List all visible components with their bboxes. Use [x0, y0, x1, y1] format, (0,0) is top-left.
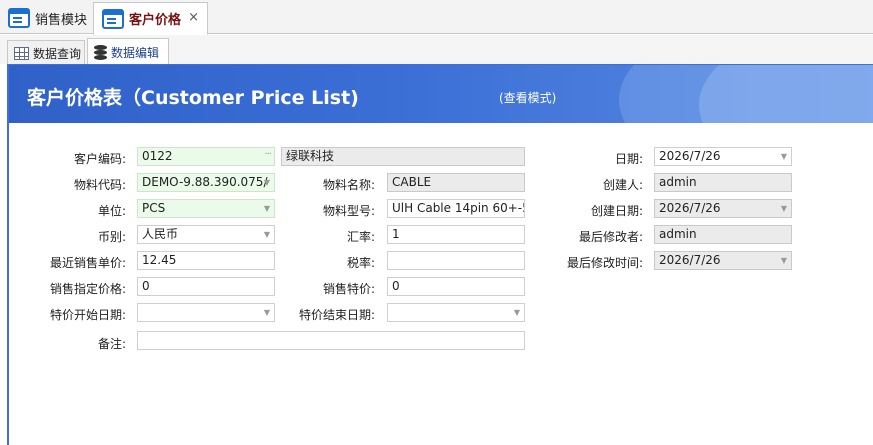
creator-field: admin [654, 173, 792, 192]
tab-label: 数据编辑 [111, 45, 160, 60]
create-date-label: 创建日期: [590, 204, 643, 218]
tab-label: 销售模块 [35, 12, 88, 28]
tab-label: 数据查询 [33, 46, 82, 61]
modifier-label: 最后修改者: [578, 230, 643, 244]
tab-data-query[interactable]: 数据查询 [7, 40, 85, 65]
special-end-label: 特价结束日期: [298, 308, 375, 322]
grid-icon [14, 46, 29, 60]
title-banner: 客户价格表（Customer Price List) (查看模式) [9, 65, 873, 123]
modifier-field: admin [654, 225, 792, 244]
window-icon [8, 8, 30, 28]
tab-customer-price[interactable]: 客户价格 × [93, 2, 208, 35]
modify-time-field: 2026/7/26 ▼ [654, 251, 792, 270]
date-field[interactable]: 2026/7/26 ▼ [654, 147, 792, 166]
date-label: 日期: [614, 152, 643, 166]
chevron-down-icon[interactable]: ▼ [264, 304, 270, 321]
special-start-date[interactable]: ▼ [137, 303, 275, 322]
remark-field[interactable] [137, 331, 525, 350]
chevron-down-icon[interactable]: ▼ [264, 174, 270, 191]
special-start-label: 特价开始日期: [49, 308, 126, 322]
exchange-rate-label: 汇率: [346, 230, 375, 244]
tab-sales-module[interactable]: 销售模块 [0, 2, 92, 34]
tax-rate-label: 税率: [346, 256, 375, 270]
last-price-field[interactable]: 12.45 [137, 251, 275, 270]
sale-price-field[interactable]: 0 [137, 277, 275, 296]
modify-time-label: 最后修改时间: [566, 256, 643, 270]
exchange-rate-field[interactable]: 1 [387, 225, 525, 244]
ellipsis-icon[interactable]: ··· [264, 148, 271, 163]
unit-label: 单位: [97, 204, 126, 218]
customer-code-field[interactable]: 0122 ··· [137, 147, 275, 166]
special-price-label: 销售特价: [322, 282, 375, 296]
document-tab-bar: 销售模块 客户价格 × [0, 0, 873, 35]
tab-data-edit[interactable]: 数据编辑 [87, 38, 169, 65]
sale-price-label: 销售指定价格: [49, 282, 126, 296]
material-model-label: 物料型号: [322, 204, 375, 218]
create-date-field: 2026/7/26 ▼ [654, 199, 792, 218]
material-code-label: 物料代码: [73, 178, 126, 192]
currency-select[interactable]: 人民币 ▼ [137, 225, 275, 244]
window-icon [102, 8, 124, 29]
chevron-down-icon[interactable]: ▼ [514, 304, 520, 321]
customer-name-field: 绿联科技 [281, 147, 525, 166]
view-tab-bar: 数据查询 数据编辑 [0, 35, 873, 65]
chevron-down-icon[interactable]: ▼ [781, 148, 787, 165]
material-name-field: CABLE [387, 173, 525, 192]
chevron-down-icon: ▼ [780, 256, 787, 265]
chevron-down-icon[interactable]: ▼ [264, 226, 270, 243]
database-icon [94, 44, 107, 60]
material-model-field[interactable]: UlH Cable 14pin 60+-5m [387, 199, 525, 218]
mode-indicator: (查看模式) [499, 91, 557, 105]
currency-label: 币别: [97, 230, 126, 244]
remark-label: 备注: [97, 337, 126, 351]
material-code-field[interactable]: DEMO-9.88.390.075/▼ [137, 173, 275, 192]
material-name-label: 物料名称: [322, 178, 375, 192]
last-price-label: 最近销售单价: [49, 256, 126, 270]
chevron-down-icon[interactable]: ▼ [264, 200, 270, 217]
close-icon[interactable]: × [188, 10, 199, 25]
page-title: 客户价格表（Customer Price List) [27, 87, 359, 109]
creator-label: 创建人: [602, 178, 643, 192]
customer-code-label: 客户编码: [73, 152, 126, 166]
tax-rate-field[interactable] [387, 251, 525, 270]
special-price-field[interactable]: 0 [387, 277, 525, 296]
chevron-down-icon: ▼ [780, 204, 787, 213]
unit-select[interactable]: PCS ▼ [137, 199, 275, 218]
special-end-date[interactable]: ▼ [387, 303, 525, 322]
tab-label: 客户价格 [129, 13, 182, 28]
edit-panel: 客户价格表（Customer Price List) (查看模式) 客户编码: … [7, 64, 873, 445]
